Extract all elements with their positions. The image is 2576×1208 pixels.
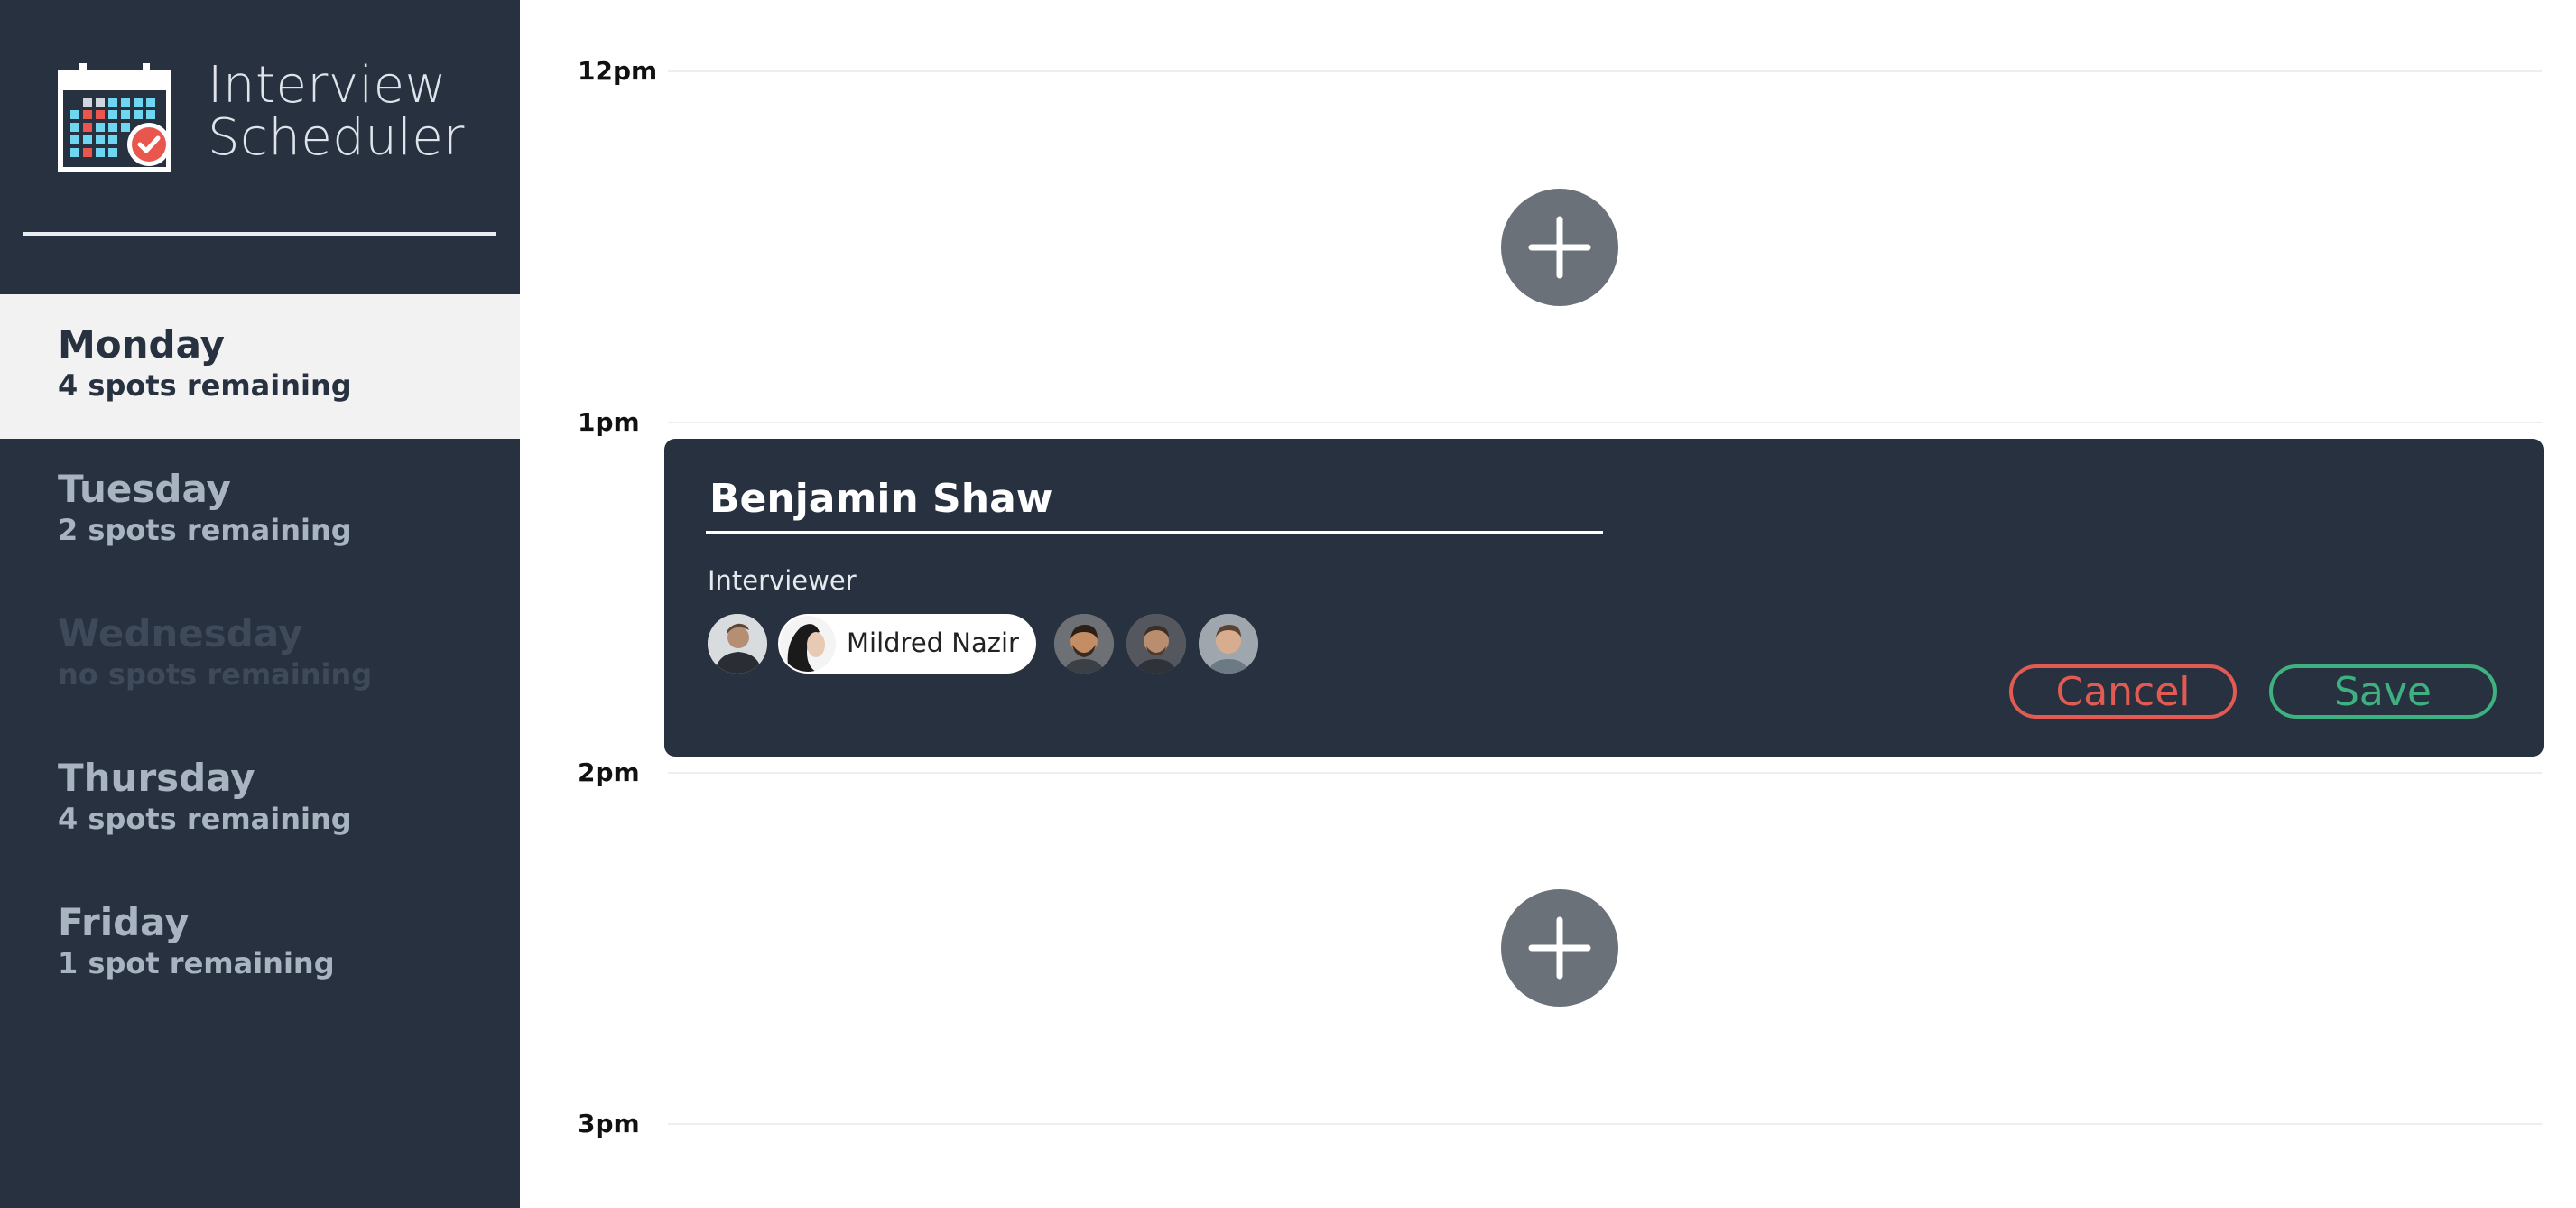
time-label-3pm: 3pm — [578, 1109, 640, 1138]
app-title: Interview Scheduler — [208, 60, 465, 164]
person-avatar-icon — [1199, 614, 1258, 674]
hour-line — [668, 772, 2542, 774]
person-avatar-icon — [1054, 614, 1114, 674]
plus-icon — [1528, 916, 1591, 980]
save-button[interactable]: Save — [2269, 664, 2497, 719]
student-name-input[interactable] — [706, 473, 1603, 534]
day-spots: 2 spots remaining — [58, 513, 352, 547]
time-label-1pm: 1pm — [578, 407, 640, 437]
day-item-thursday[interactable]: Thursday 4 spots remaining — [0, 728, 520, 872]
hour-line — [668, 1123, 2542, 1125]
app-title-line1: Interview — [208, 56, 447, 115]
selected-interviewer-name: Mildred Nazir — [847, 627, 1019, 658]
day-name: Wednesday — [58, 611, 303, 655]
day-spots: 4 spots remaining — [58, 802, 352, 836]
interviewer-label: Interviewer — [708, 565, 857, 596]
selected-interviewer-chip[interactable]: Mildred Nazir — [778, 614, 1036, 674]
day-spots: 1 spot remaining — [58, 946, 335, 980]
day-spots: no spots remaining — [58, 657, 373, 692]
plus-icon — [1528, 216, 1591, 279]
add-appointment-button[interactable] — [1501, 889, 1618, 1007]
day-item-wednesday[interactable]: Wednesday no spots remaining — [0, 583, 520, 728]
add-appointment-button[interactable] — [1501, 189, 1618, 306]
cancel-button[interactable]: Cancel — [2009, 664, 2237, 719]
person-avatar-icon — [708, 614, 767, 674]
interviewer-avatar[interactable] — [1054, 614, 1114, 674]
person-avatar-icon — [1126, 614, 1186, 674]
interviewer-avatar[interactable] — [708, 614, 767, 674]
day-name: Tuesday — [58, 467, 231, 511]
day-item-tuesday[interactable]: Tuesday 2 spots remaining — [0, 439, 520, 583]
day-item-monday[interactable]: Monday 4 spots remaining — [0, 294, 520, 439]
hour-line — [668, 70, 2542, 72]
time-label-2pm: 2pm — [578, 757, 640, 787]
hour-line — [668, 422, 2542, 423]
day-name: Friday — [58, 900, 190, 944]
app-root: Interview Scheduler Monday 4 spots remai… — [0, 0, 2576, 1208]
day-name: Monday — [58, 322, 226, 367]
day-spots: 4 spots remaining — [58, 368, 352, 403]
interviewer-avatar[interactable] — [1199, 614, 1258, 674]
person-avatar-icon — [780, 616, 836, 672]
sidebar-divider — [23, 232, 496, 236]
interviewer-avatar — [780, 616, 836, 672]
calendar-check-icon — [58, 61, 181, 175]
appointment-form: Interviewer Mildred Nazir — [664, 439, 2544, 757]
sidebar: Interview Scheduler Monday 4 spots remai… — [0, 0, 520, 1208]
interviewer-avatar[interactable] — [1126, 614, 1186, 674]
app-title-line2: Scheduler — [208, 108, 465, 167]
day-item-friday[interactable]: Friday 1 spot remaining — [0, 872, 520, 1017]
time-label-12pm: 12pm — [578, 56, 658, 86]
day-name: Thursday — [58, 756, 255, 800]
